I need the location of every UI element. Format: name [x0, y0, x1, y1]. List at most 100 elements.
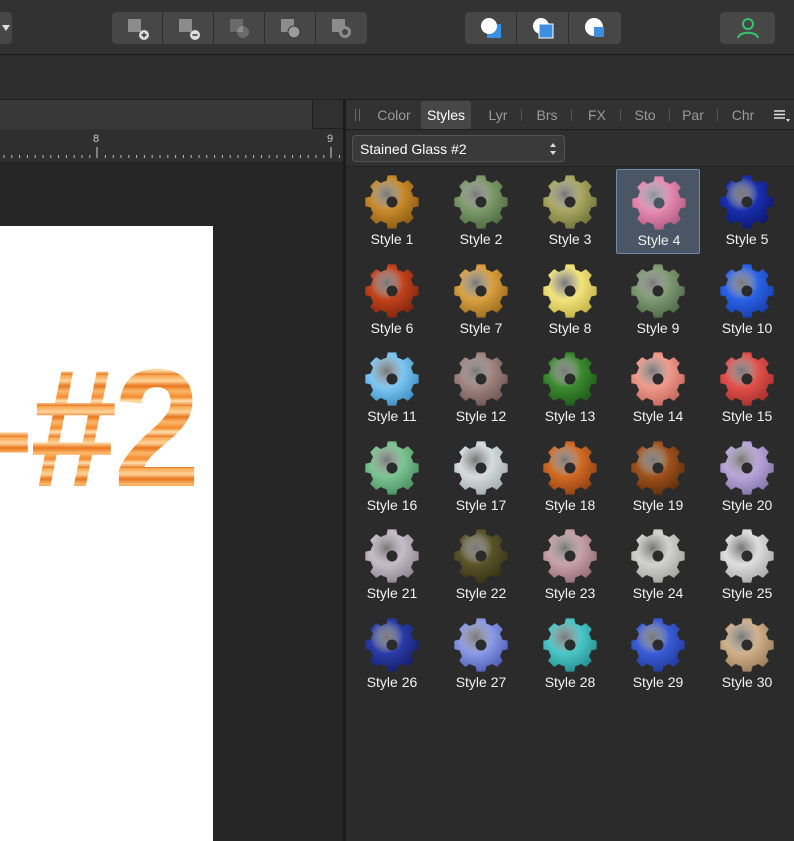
style-swatch-15[interactable]: Style 15 [705, 346, 789, 431]
style-label: Style 18 [544, 497, 596, 513]
style-swatch-8[interactable]: Style 8 [528, 258, 612, 343]
cut-shape-button[interactable] [569, 12, 621, 44]
style-swatch-30[interactable]: Style 30 [705, 612, 789, 697]
tab-layers[interactable]: Lyr [480, 100, 516, 130]
updown-chevron-icon [550, 143, 556, 155]
document-tab[interactable] [0, 100, 313, 129]
tab-effects[interactable]: FX [579, 100, 615, 130]
style-swatch-3[interactable]: Style 3 [528, 169, 612, 254]
style-label: Style 15 [721, 408, 773, 424]
account-button[interactable] [720, 12, 775, 44]
panel-grip-handle[interactable] [355, 109, 360, 121]
boolean-add-button[interactable] [112, 12, 163, 44]
add-shape-icon [128, 19, 149, 40]
main-toolbar [0, 0, 794, 55]
style-swatch-23[interactable]: Style 23 [528, 523, 612, 608]
gear-icon [365, 352, 419, 406]
style-swatch-25[interactable]: Style 25 [705, 523, 789, 608]
style-label: Style 8 [548, 320, 592, 336]
style-swatch-14[interactable]: Style 14 [616, 346, 700, 431]
document-text[interactable]: -#2 [0, 344, 200, 512]
style-label: Style 29 [632, 674, 684, 690]
gear-icon [365, 618, 419, 672]
ruler-label-8: 8 [93, 133, 100, 145]
gear-icon [454, 175, 508, 229]
divide-shape-icon [281, 19, 301, 39]
style-swatch-20[interactable]: Style 20 [705, 435, 789, 520]
style-swatch-10[interactable]: Style 10 [705, 258, 789, 343]
style-swatch-22[interactable]: Style 22 [439, 523, 523, 608]
style-swatch-27[interactable]: Style 27 [439, 612, 523, 697]
style-label: Style 5 [725, 231, 769, 247]
tab-separator [620, 109, 621, 121]
boolean-divide-button[interactable] [265, 12, 316, 44]
arrange-group [465, 12, 621, 44]
tab-paragraph[interactable]: Par [675, 100, 711, 130]
gear-icon [720, 264, 774, 318]
style-label: Style 10 [721, 320, 773, 336]
style-swatch-11[interactable]: Style 11 [350, 346, 434, 431]
gear-icon [631, 441, 685, 495]
style-label: Style 13 [544, 408, 596, 424]
tab-separator [717, 109, 718, 121]
account-group [720, 12, 775, 44]
style-label: Style 30 [721, 674, 773, 690]
ruler-label-9: 9 [327, 133, 334, 145]
intersect-shape-icon [230, 19, 249, 38]
user-icon [737, 18, 759, 39]
style-label: Style 1 [370, 231, 414, 247]
style-swatch-17[interactable]: Style 17 [439, 435, 523, 520]
gear-icon [720, 175, 774, 229]
boolean-combine-button[interactable] [316, 12, 367, 44]
style-label: Style 11 [367, 408, 417, 424]
toolbar-dropdown-button[interactable] [0, 12, 12, 44]
horizontal-ruler: 8 9 [0, 129, 343, 163]
style-swatch-13[interactable]: Style 13 [528, 346, 612, 431]
style-swatch-16[interactable]: Style 16 [350, 435, 434, 520]
gear-icon [365, 175, 419, 229]
style-swatch-6[interactable]: Style 6 [350, 258, 434, 343]
style-swatch-19[interactable]: Style 19 [616, 435, 700, 520]
gear-icon [720, 529, 774, 583]
style-swatch-2[interactable]: Style 2 [439, 169, 523, 254]
style-category-select[interactable]: Stained Glass #2 [352, 135, 565, 162]
style-label: Style 25 [721, 585, 773, 601]
gear-icon [543, 441, 597, 495]
style-swatch-29[interactable]: Style 29 [616, 612, 700, 697]
style-swatch-5[interactable]: Style 5 [705, 169, 789, 254]
style-swatch-24[interactable]: Style 24 [616, 523, 700, 608]
category-value: Stained Glass #2 [360, 141, 467, 157]
style-swatch-28[interactable]: Style 28 [528, 612, 612, 697]
style-swatch-12[interactable]: Style 12 [439, 346, 523, 431]
tab-character[interactable]: Chr [725, 100, 761, 130]
tab-separator [571, 109, 572, 121]
move-to-back-button[interactable] [465, 12, 517, 44]
tab-styles[interactable]: Styles [421, 101, 471, 129]
gear-icon [454, 529, 508, 583]
tab-stock[interactable]: Sto [627, 100, 663, 130]
document-page[interactable]: -#2 [0, 226, 213, 841]
gear-icon [631, 264, 685, 318]
style-swatch-9[interactable]: Style 9 [616, 258, 700, 343]
chevron-down-icon [2, 25, 10, 31]
style-swatch-26[interactable]: Style 26 [350, 612, 434, 697]
context-toolbar [0, 56, 794, 100]
style-swatch-18[interactable]: Style 18 [528, 435, 612, 520]
style-swatch-21[interactable]: Style 21 [350, 523, 434, 608]
style-label: Style 17 [455, 497, 507, 513]
style-swatch-1[interactable]: Style 1 [350, 169, 434, 254]
tab-color[interactable]: Color [370, 100, 418, 130]
gear-icon [720, 352, 774, 406]
gear-icon [454, 264, 508, 318]
gear-icon [543, 352, 597, 406]
boolean-operations-group [112, 12, 367, 44]
gear-icon [720, 441, 774, 495]
tab-brushes[interactable]: Brs [529, 100, 565, 130]
boolean-intersect-button[interactable] [214, 12, 265, 44]
style-label: Style 3 [548, 231, 592, 247]
panel-menu-icon[interactable] [773, 108, 791, 124]
boolean-subtract-button[interactable] [163, 12, 214, 44]
move-to-front-button[interactable] [517, 12, 569, 44]
style-swatch-7[interactable]: Style 7 [439, 258, 523, 343]
style-swatch-4[interactable]: Style 4 [616, 169, 700, 254]
